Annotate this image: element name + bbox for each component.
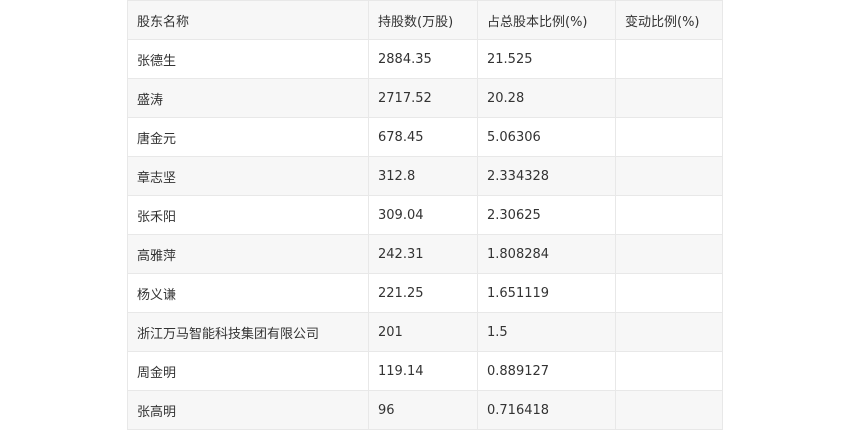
table-row: 张高明 96 0.716418: [127, 390, 723, 430]
cell-share-ratio: 1.651119: [477, 273, 616, 313]
cell-shares-held: 119.14: [368, 351, 478, 391]
header-shares-held: 持股数(万股): [368, 0, 478, 40]
cell-shares-held: 312.8: [368, 156, 478, 196]
cell-shares-held: 242.31: [368, 234, 478, 274]
cell-share-ratio: 2.30625: [477, 195, 616, 235]
cell-change-ratio: [615, 312, 723, 352]
cell-shareholder-name: 杨义谦: [127, 273, 369, 313]
cell-shareholder-name: 张高明: [127, 390, 369, 430]
cell-share-ratio: 1.5: [477, 312, 616, 352]
table-row: 高雅萍 242.31 1.808284: [127, 234, 723, 274]
cell-shares-held: 2884.35: [368, 39, 478, 79]
table-row: 杨义谦 221.25 1.651119: [127, 273, 723, 313]
cell-change-ratio: [615, 234, 723, 274]
cell-share-ratio: 5.06306: [477, 117, 616, 157]
cell-shareholder-name: 高雅萍: [127, 234, 369, 274]
cell-change-ratio: [615, 390, 723, 430]
table-row: 浙江万马智能科技集团有限公司 201 1.5: [127, 312, 723, 352]
cell-shareholder-name: 浙江万马智能科技集团有限公司: [127, 312, 369, 352]
table-body: 张德生 2884.35 21.525 盛涛 2717.52 20.28 唐金元 678.45 5…: [127, 39, 723, 430]
table-row: 章志坚 312.8 2.334328: [127, 156, 723, 196]
cell-shares-held: 221.25: [368, 273, 478, 313]
cell-shares-held: 678.45: [368, 117, 478, 157]
cell-change-ratio: [615, 273, 723, 313]
cell-share-ratio: 0.889127: [477, 351, 616, 391]
table-row: 张德生 2884.35 21.525: [127, 39, 723, 79]
table-row: 周金明 119.14 0.889127: [127, 351, 723, 391]
cell-share-ratio: 0.716418: [477, 390, 616, 430]
shareholder-table-container: 股东名称 持股数(万股) 占总股本比例(%) 变动比例(%) 张德生 2884.3…: [127, 0, 723, 430]
cell-shares-held: 96: [368, 390, 478, 430]
table-row: 唐金元 678.45 5.06306: [127, 117, 723, 157]
cell-change-ratio: [615, 156, 723, 196]
cell-shareholder-name: 张德生: [127, 39, 369, 79]
cell-shareholder-name: 周金明: [127, 351, 369, 391]
table-header-row: 股东名称 持股数(万股) 占总股本比例(%) 变动比例(%): [127, 0, 723, 40]
cell-share-ratio: 1.808284: [477, 234, 616, 274]
cell-change-ratio: [615, 39, 723, 79]
cell-change-ratio: [615, 351, 723, 391]
table-row: 盛涛 2717.52 20.28: [127, 78, 723, 118]
cell-share-ratio: 21.525: [477, 39, 616, 79]
cell-shareholder-name: 盛涛: [127, 78, 369, 118]
cell-shareholder-name: 唐金元: [127, 117, 369, 157]
cell-share-ratio: 2.334328: [477, 156, 616, 196]
cell-shareholder-name: 章志坚: [127, 156, 369, 196]
header-share-ratio: 占总股本比例(%): [477, 0, 616, 40]
header-shareholder-name: 股东名称: [127, 0, 369, 40]
table-row: 张禾阳 309.04 2.30625: [127, 195, 723, 235]
cell-shareholder-name: 张禾阳: [127, 195, 369, 235]
shareholder-table: 股东名称 持股数(万股) 占总股本比例(%) 变动比例(%) 张德生 2884.3…: [127, 0, 723, 430]
cell-change-ratio: [615, 195, 723, 235]
cell-shares-held: 2717.52: [368, 78, 478, 118]
cell-share-ratio: 20.28: [477, 78, 616, 118]
cell-shares-held: 309.04: [368, 195, 478, 235]
cell-change-ratio: [615, 117, 723, 157]
header-change-ratio: 变动比例(%): [615, 0, 723, 40]
cell-change-ratio: [615, 78, 723, 118]
cell-shares-held: 201: [368, 312, 478, 352]
